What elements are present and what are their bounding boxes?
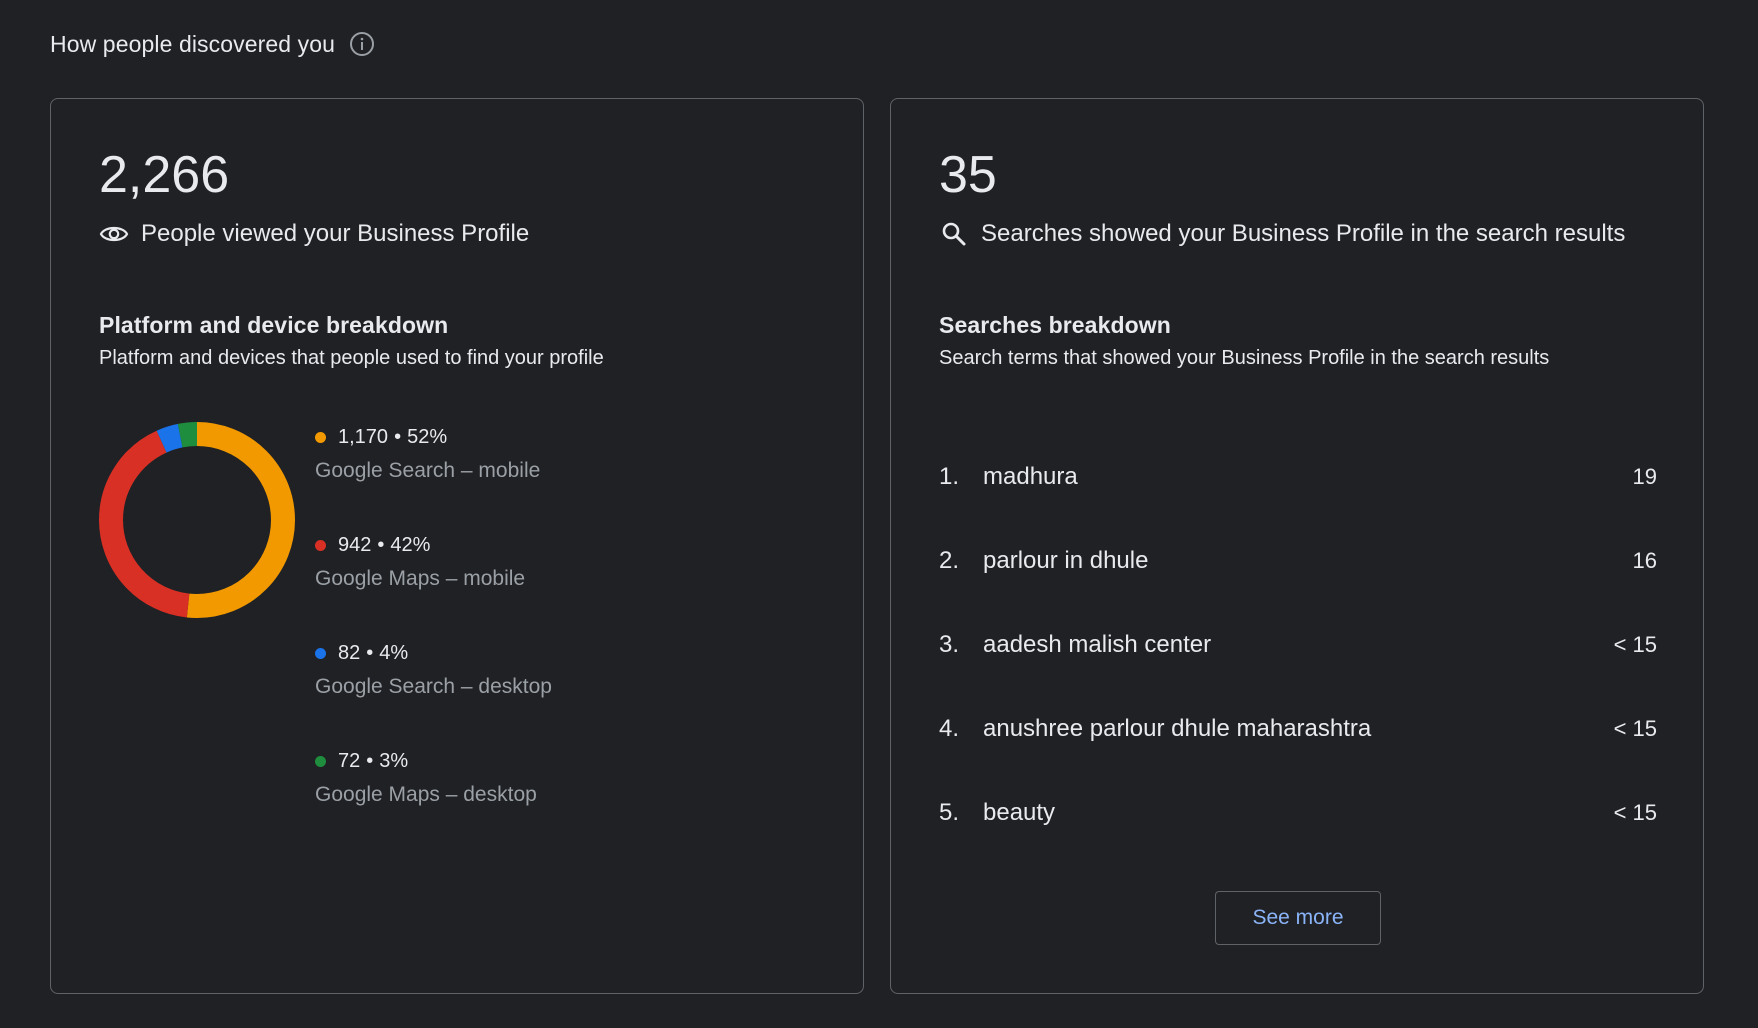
search-term: madhura [983, 463, 1078, 490]
legend-percent: 52% [407, 425, 448, 448]
search-term: parlour in dhule [983, 547, 1149, 574]
search-count: 19 [1632, 464, 1657, 489]
legend-percent: 4% [379, 641, 409, 664]
search-count: < 15 [1613, 716, 1657, 741]
legend-item: 82 • 4% Google Search – desktop [315, 641, 552, 698]
legend-label: Google Maps – desktop [315, 783, 537, 806]
search-term: beauty [983, 799, 1056, 826]
page: How people discovered you 2,266 People v… [0, 0, 1758, 1028]
search-terms-list: 1. madhura 19 2. parlour in dhule 16 3. … [939, 435, 1657, 855]
list-item: 5. beauty < 15 [939, 771, 1657, 855]
search-icon [939, 219, 969, 249]
search-rank: 3. [939, 631, 960, 658]
platform-donut-chart [99, 422, 295, 618]
legend-percent: 42% [390, 533, 431, 556]
profile-views-count: 2,266 [99, 146, 230, 204]
legend-label: Google Search – desktop [315, 675, 552, 698]
legend-label: Google Maps – mobile [315, 567, 526, 590]
list-item: 4. anushree parlour dhule maharashtra < … [939, 687, 1657, 771]
legend-dot [315, 431, 326, 443]
legend-value: 72 [338, 749, 361, 772]
searches-breakdown-subtitle: Search terms that showed your Business P… [939, 347, 1550, 369]
search-rank: 5. [939, 799, 960, 826]
legend-dot [315, 755, 326, 767]
legend-dot [315, 539, 326, 551]
searches-card: 35 Searches showed your Business Profile… [890, 98, 1704, 994]
legend-value: 942 [338, 533, 372, 556]
section-title: How people discovered you [50, 30, 336, 57]
legend-percent: 3% [379, 749, 409, 772]
legend-item: 942 • 42% Google Maps – mobile [315, 531, 552, 639]
profile-views-label: People viewed your Business Profile [141, 220, 530, 247]
search-rank: 4. [939, 715, 960, 742]
legend-item: 1,170 • 52% Google Search – mobile [315, 423, 552, 531]
platform-breakdown-subtitle: Platform and devices that people used to… [99, 347, 604, 369]
legend-value: 82 [338, 641, 361, 664]
searches-label: Searches showed your Business Profile in… [981, 220, 1626, 247]
search-count: < 15 [1613, 632, 1657, 657]
search-count: < 15 [1613, 800, 1657, 825]
legend-value: 1,170 [338, 425, 389, 448]
search-term: aadesh malish center [983, 631, 1212, 658]
legend-label: Google Search – mobile [315, 459, 541, 482]
legend-dot [315, 647, 326, 659]
profile-views-metric: People viewed your Business Profile [99, 219, 529, 249]
list-item: 3. aadesh malish center < 15 [939, 603, 1657, 687]
list-item: 1. madhura 19 [939, 435, 1657, 519]
eye-icon [99, 219, 129, 249]
profile-views-card: 2,266 People viewed your Business Profil… [50, 98, 864, 994]
searches-breakdown-title: Searches breakdown [939, 312, 1171, 338]
platform-breakdown-title: Platform and device breakdown [99, 312, 449, 338]
searches-count: 35 [939, 146, 997, 204]
search-term: anushree parlour dhule maharashtra [983, 715, 1372, 742]
see-more-button[interactable]: See more [1215, 891, 1381, 945]
search-count: 16 [1632, 548, 1657, 573]
section-header: How people discovered you [50, 26, 375, 62]
list-item: 2. parlour in dhule 16 [939, 519, 1657, 603]
search-rank: 1. [939, 463, 960, 490]
info-icon[interactable] [349, 31, 375, 57]
searches-metric: Searches showed your Business Profile in… [939, 219, 1625, 249]
legend-item: 72 • 3% Google Maps – desktop [315, 747, 552, 855]
search-rank: 2. [939, 547, 960, 574]
platform-legend: 1,170 • 52% Google Search – mobile 942 •… [315, 423, 552, 855]
